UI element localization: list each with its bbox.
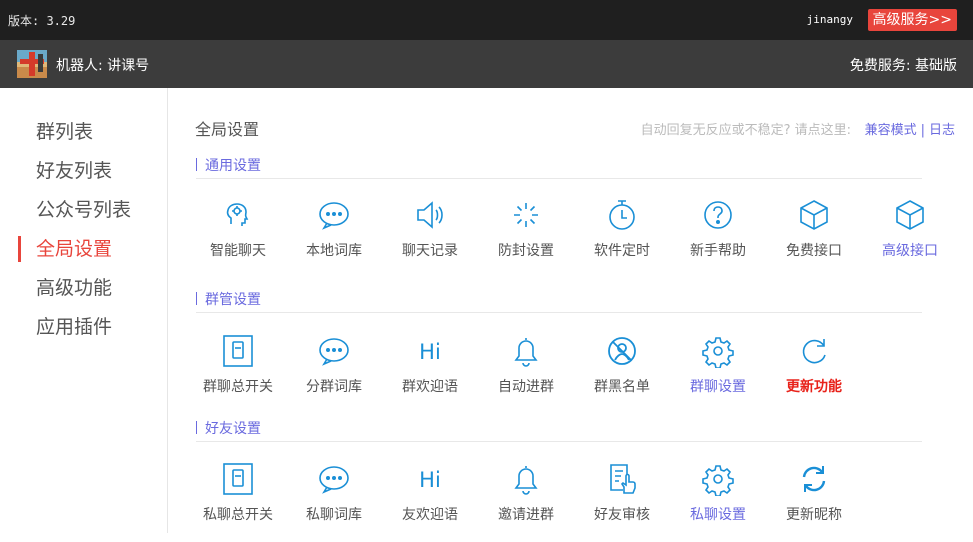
switch-icon — [221, 334, 255, 368]
sidebar-item-official-accounts[interactable]: 公众号列表 — [0, 193, 168, 227]
cube-icon — [797, 198, 831, 232]
tool-smart-chat[interactable]: 智能聊天 — [196, 198, 280, 260]
username-label: jinangy — [806, 13, 853, 26]
help-icon — [701, 198, 735, 232]
tool-private-lexicon[interactable]: 私聊词库 — [292, 462, 376, 524]
header-links: 兼容模式 | 日志 — [864, 123, 955, 138]
section-general: 通用设置 — [196, 155, 922, 179]
top-bar: 版本: 3.29 jinangy 高级服务>> — [0, 0, 973, 40]
tool-label: 软件定时 — [594, 243, 650, 259]
tool-update-nickname[interactable]: 更新昵称 — [772, 462, 856, 524]
section-title: 通用设置 — [205, 158, 261, 174]
version-label: 版本: 3.29 — [8, 14, 76, 28]
tool-label: 私聊设置 — [690, 507, 746, 523]
tool-group-master-switch[interactable]: 群聊总开关 — [196, 334, 280, 396]
tool-label: 群聊总开关 — [203, 379, 273, 395]
chat-bubble-icon — [317, 462, 351, 496]
robot-bar: 机器人: 讲课号 免费服务: 基础版 — [0, 40, 973, 88]
tool-private-settings[interactable]: 私聊设置 — [676, 462, 760, 524]
tool-label: 新手帮助 — [690, 243, 746, 259]
tool-label: 群聊设置 — [690, 379, 746, 395]
tool-friend-review[interactable]: 好友审核 — [580, 462, 664, 524]
page-title: 全局设置 — [195, 120, 260, 139]
premium-service-button[interactable]: 高级服务>> — [867, 9, 957, 31]
tool-label: 防封设置 — [498, 243, 554, 259]
help-hint: 自动回复无反应或不稳定? 请点这里: — [640, 123, 851, 138]
hi-icon: Hi — [413, 334, 447, 368]
loading-icon — [509, 198, 543, 232]
tool-private-master-switch[interactable]: 私聊总开关 — [196, 462, 280, 524]
tool-friend-welcome[interactable]: Hi 友欢迎语 — [388, 462, 472, 524]
tool-update-features[interactable]: 更新功能 — [772, 334, 856, 396]
tool-timer[interactable]: 软件定时 — [580, 198, 664, 260]
section-group-grid: 群聊总开关 分群词库 Hi 群欢迎语 自动进群 群黑名单 群聊设置 更新功能 — [196, 334, 956, 414]
tool-label: 自动进群 — [498, 379, 554, 395]
chat-bubble-icon — [317, 334, 351, 368]
tool-label: 免费接口 — [786, 243, 842, 259]
gear-icon — [701, 462, 735, 496]
brain-icon — [221, 198, 255, 232]
robot-name: 机器人: 讲课号 — [56, 58, 150, 74]
section-group-management: 群管设置 — [196, 289, 922, 313]
tool-label: 聊天记录 — [402, 243, 458, 259]
hi-icon: Hi — [413, 462, 447, 496]
tool-label: 分群词库 — [306, 379, 362, 395]
gear-icon — [701, 334, 735, 368]
main-panel: 全局设置 自动回复无反应或不稳定? 请点这里: 兼容模式 | 日志 通用设置 智能聊… — [168, 88, 973, 533]
tool-help[interactable]: 新手帮助 — [676, 198, 760, 260]
tool-label: 私聊词库 — [306, 507, 362, 523]
bell-icon — [509, 462, 543, 496]
service-plan: 免费服务: 基础版 — [849, 58, 957, 74]
switch-icon — [221, 462, 255, 496]
tool-label: 智能聊天 — [210, 243, 266, 259]
review-hand-icon — [605, 462, 639, 496]
tool-group-blacklist[interactable]: 群黑名单 — [580, 334, 664, 396]
tool-chat-history[interactable]: 聊天记录 — [388, 198, 472, 260]
tool-advanced-api[interactable]: 高级接口 — [868, 198, 952, 260]
sidebar-item-group-list[interactable]: 群列表 — [0, 115, 168, 149]
sidebar-item-plugins[interactable]: 应用插件 — [0, 310, 168, 344]
tool-local-lexicon[interactable]: 本地词库 — [292, 198, 376, 260]
sidebar: 群列表 好友列表 公众号列表 全局设置 高级功能 应用插件 — [0, 88, 168, 533]
tool-label: 群欢迎语 — [402, 379, 458, 395]
bell-icon — [509, 334, 543, 368]
tool-label: 私聊总开关 — [203, 507, 273, 523]
tool-group-welcome[interactable]: Hi 群欢迎语 — [388, 334, 472, 396]
tool-label: 邀请进群 — [498, 507, 554, 523]
section-friend-grid: 私聊总开关 私聊词库 Hi 友欢迎语 邀请进群 好友审核 私聊设置 更新昵称 — [196, 462, 956, 542]
sidebar-item-advanced[interactable]: 高级功能 — [0, 271, 168, 305]
tool-label: 更新昵称 — [786, 507, 842, 523]
speaker-icon — [413, 198, 447, 232]
section-general-grid: 智能聊天 本地词库 聊天记录 防封设置 软件定时 新手帮助 免费接口 高级接口 — [196, 198, 956, 278]
section-title: 好友设置 — [205, 421, 261, 437]
tool-group-lexicon[interactable]: 分群词库 — [292, 334, 376, 396]
tool-anti-ban[interactable]: 防封设置 — [484, 198, 568, 260]
sync-icon — [797, 462, 831, 496]
timer-icon — [605, 198, 639, 232]
tool-label: 高级接口 — [882, 243, 938, 259]
avatar — [17, 50, 47, 78]
tool-label: 更新功能 — [786, 379, 842, 395]
tool-label: 群黑名单 — [594, 379, 650, 395]
refresh-icon — [797, 334, 831, 368]
sidebar-item-global-settings[interactable]: 全局设置 — [0, 232, 168, 266]
log-link[interactable]: 日志 — [929, 123, 955, 138]
cube-icon — [893, 198, 927, 232]
tool-label: 友欢迎语 — [402, 507, 458, 523]
svg-text:Hi: Hi — [419, 468, 441, 492]
tool-group-settings[interactable]: 群聊设置 — [676, 334, 760, 396]
blocked-user-icon — [605, 334, 639, 368]
sidebar-item-friend-list[interactable]: 好友列表 — [0, 154, 168, 188]
chat-bubble-icon — [317, 198, 351, 232]
section-title: 群管设置 — [205, 292, 261, 308]
tool-auto-join[interactable]: 自动进群 — [484, 334, 568, 396]
tool-label: 本地词库 — [306, 243, 362, 259]
tool-label: 好友审核 — [594, 507, 650, 523]
tool-invite-to-group[interactable]: 邀请进群 — [484, 462, 568, 524]
compat-mode-link[interactable]: 兼容模式 — [865, 123, 917, 138]
svg-text:Hi: Hi — [419, 340, 441, 364]
tool-free-api[interactable]: 免费接口 — [772, 198, 856, 260]
section-friend-settings: 好友设置 — [196, 418, 922, 442]
